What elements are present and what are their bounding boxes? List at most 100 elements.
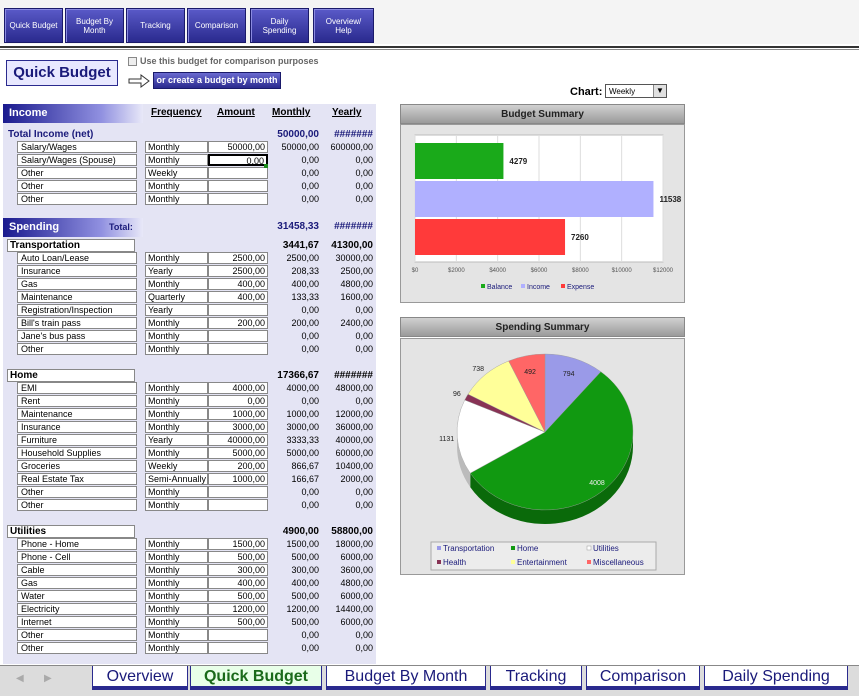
nav-daily-spending-button[interactable]: Daily Spending	[250, 8, 309, 43]
amount-input[interactable]	[208, 642, 268, 654]
frequency-select[interactable]: Monthly	[145, 193, 208, 205]
amount-input[interactable]	[208, 180, 268, 192]
frequency-select[interactable]: Monthly	[145, 395, 208, 407]
frequency-select[interactable]: Monthly	[145, 590, 208, 602]
frequency-select[interactable]: Monthly	[145, 616, 208, 628]
frequency-select[interactable]: Monthly	[145, 603, 208, 615]
tab-scroll-left-icon[interactable]: ◀	[16, 673, 24, 684]
frequency-select[interactable]: Monthly	[145, 447, 208, 459]
line-item-name[interactable]: Maintenance	[17, 291, 137, 303]
amount-input[interactable]: 4000,00	[208, 382, 268, 394]
compare-checkbox-row[interactable]: Use this budget for comparison purposes	[128, 56, 319, 67]
frequency-select[interactable]: Semi-Annually	[145, 473, 208, 485]
frequency-select[interactable]: Quarterly	[145, 291, 208, 303]
chevron-down-icon[interactable]: ▼	[653, 85, 666, 97]
frequency-select[interactable]: Monthly	[145, 154, 208, 166]
tab-scroll-right-icon[interactable]: ▶	[44, 673, 52, 684]
amount-input[interactable]	[208, 167, 268, 179]
line-item-name[interactable]: Other	[17, 180, 137, 192]
frequency-select[interactable]: Monthly	[145, 382, 208, 394]
amount-input[interactable]: 400,00	[208, 278, 268, 290]
line-item-name[interactable]: Household Supplies	[17, 447, 137, 459]
line-item-name[interactable]: Other	[17, 167, 137, 179]
line-item-name[interactable]: Auto Loan/Lease	[17, 252, 137, 264]
amount-input[interactable]: 5000,00	[208, 447, 268, 459]
amount-input[interactable]: 1000,00	[208, 473, 268, 485]
line-item-name[interactable]: Other	[17, 642, 137, 654]
amount-input[interactable]: 200,00	[208, 317, 268, 329]
line-item-name[interactable]: EMI	[17, 382, 137, 394]
frequency-select[interactable]: Monthly	[145, 330, 208, 342]
amount-input[interactable]: 500,00	[208, 590, 268, 602]
frequency-select[interactable]: Monthly	[145, 180, 208, 192]
frequency-select[interactable]: Weekly	[145, 167, 208, 179]
amount-input[interactable]: 2500,00	[208, 252, 268, 264]
amount-input[interactable]: 0,00	[208, 154, 268, 166]
amount-input[interactable]	[208, 343, 268, 355]
amount-input[interactable]: 500,00	[208, 551, 268, 563]
frequency-select[interactable]: Monthly	[145, 421, 208, 433]
amount-input[interactable]	[208, 193, 268, 205]
amount-input[interactable]: 1500,00	[208, 538, 268, 550]
line-item-name[interactable]: Rent	[17, 395, 137, 407]
amount-input[interactable]: 40000,00	[208, 434, 268, 446]
tab-budget-by-month[interactable]: Budget By Month	[326, 666, 486, 690]
amount-input[interactable]: 500,00	[208, 616, 268, 628]
amount-input[interactable]	[208, 486, 268, 498]
frequency-select[interactable]: Monthly	[145, 538, 208, 550]
amount-input[interactable]: 400,00	[208, 577, 268, 589]
frequency-select[interactable]: Monthly	[145, 141, 208, 153]
frequency-select[interactable]: Monthly	[145, 343, 208, 355]
amount-input[interactable]: 0,00	[208, 395, 268, 407]
frequency-select[interactable]: Monthly	[145, 499, 208, 511]
frequency-select[interactable]: Monthly	[145, 252, 208, 264]
amount-input[interactable]: 1200,00	[208, 603, 268, 615]
frequency-select[interactable]: Monthly	[145, 317, 208, 329]
compare-checkbox[interactable]	[128, 57, 137, 67]
line-item-name[interactable]: Registration/Inspection	[17, 304, 137, 316]
amount-input[interactable]	[208, 499, 268, 511]
amount-input[interactable]	[208, 629, 268, 641]
tab-tracking[interactable]: Tracking	[490, 666, 582, 690]
amount-input[interactable]: 200,00	[208, 460, 268, 472]
line-item-name[interactable]: Other	[17, 193, 137, 205]
selection-handle[interactable]	[264, 164, 268, 168]
frequency-select[interactable]: Yearly	[145, 265, 208, 277]
tab-quick-budget[interactable]: Quick Budget	[190, 666, 322, 690]
line-item-name[interactable]: Other	[17, 499, 137, 511]
line-item-name[interactable]: Insurance	[17, 265, 137, 277]
tab-comparison[interactable]: Comparison	[586, 666, 700, 690]
create-budget-by-month-button[interactable]: or create a budget by month	[153, 72, 281, 89]
chart-period-select[interactable]: Weekly ▼	[605, 84, 667, 98]
line-item-name[interactable]: Electricity	[17, 603, 137, 615]
line-item-name[interactable]: Other	[17, 486, 137, 498]
line-item-name[interactable]: Salary/Wages (Spouse)	[17, 154, 137, 166]
amount-input[interactable]: 50000,00	[208, 141, 268, 153]
frequency-select[interactable]: Monthly	[145, 551, 208, 563]
line-item-name[interactable]: Real Estate Tax	[17, 473, 137, 485]
line-item-name[interactable]: Other	[17, 629, 137, 641]
amount-input[interactable]: 400,00	[208, 291, 268, 303]
line-item-name[interactable]: Insurance	[17, 421, 137, 433]
line-item-name[interactable]: Phone - Cell	[17, 551, 137, 563]
frequency-select[interactable]: Monthly	[145, 408, 208, 420]
frequency-select[interactable]: Monthly	[145, 486, 208, 498]
line-item-name[interactable]: Water	[17, 590, 137, 602]
nav-quick-budget-button[interactable]: Quick Budget	[4, 8, 63, 43]
line-item-name[interactable]: Furniture	[17, 434, 137, 446]
frequency-select[interactable]: Yearly	[145, 304, 208, 316]
tab-overview[interactable]: Overview	[92, 666, 188, 690]
line-item-name[interactable]: Maintenance	[17, 408, 137, 420]
line-item-name[interactable]: Jane's bus pass	[17, 330, 137, 342]
line-item-name[interactable]: Other	[17, 343, 137, 355]
amount-input[interactable]	[208, 304, 268, 316]
frequency-select[interactable]: Monthly	[145, 278, 208, 290]
tab-daily-spending[interactable]: Daily Spending	[704, 666, 848, 690]
amount-input[interactable]: 2500,00	[208, 265, 268, 277]
line-item-name[interactable]: Gas	[17, 577, 137, 589]
line-item-name[interactable]: Internet	[17, 616, 137, 628]
nav-budget-by-month-button[interactable]: Budget By Month	[65, 8, 124, 43]
nav-overview-help-button[interactable]: Overview/ Help	[313, 8, 374, 43]
line-item-name[interactable]: Phone - Home	[17, 538, 137, 550]
nav-tracking-button[interactable]: Tracking	[126, 8, 185, 43]
